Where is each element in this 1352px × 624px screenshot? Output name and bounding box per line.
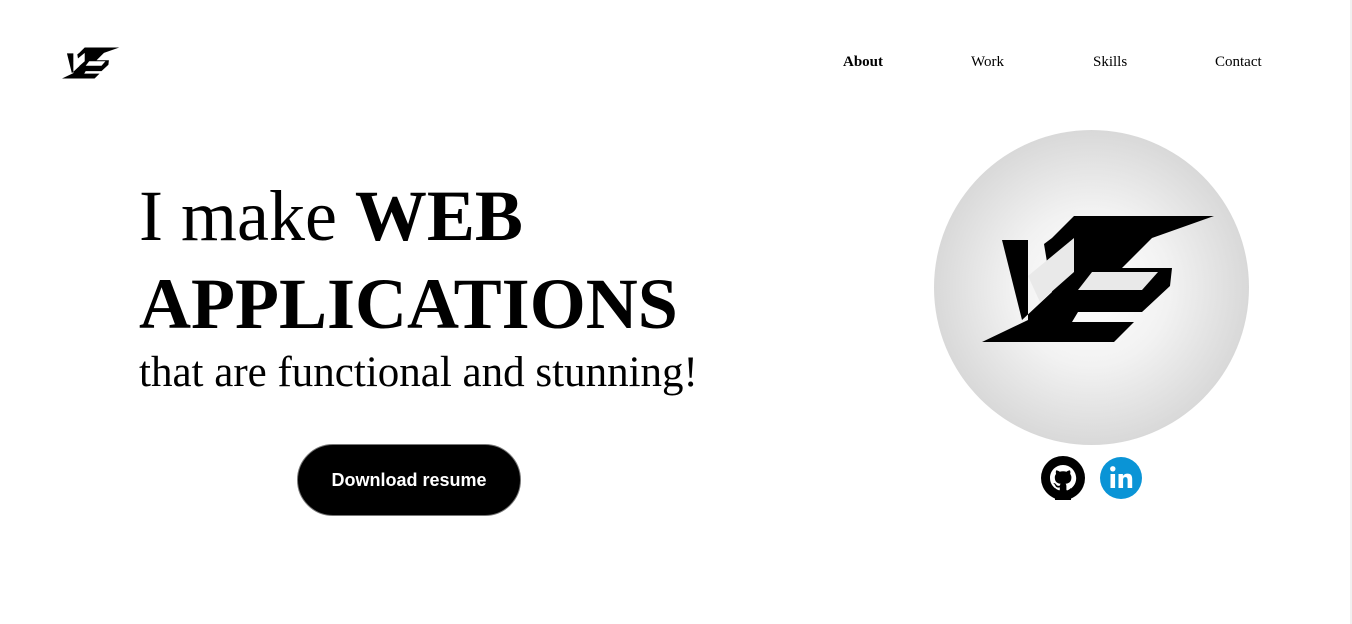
nav-skills[interactable]: Skills	[1093, 54, 1127, 71]
hero-intro: I make	[139, 176, 355, 256]
hero-highlight-web: WEB	[354, 176, 523, 256]
hero-highlight-applications: APPLICATIONS	[139, 264, 678, 344]
github-icon	[1041, 456, 1085, 500]
ks-logo-icon	[982, 216, 1214, 342]
linkedin-link[interactable]	[1099, 456, 1143, 500]
main-nav: About Work Skills Contact	[0, 54, 1352, 74]
download-resume-button[interactable]: Download resume	[297, 444, 521, 516]
hero-subtitle: that are functional and stunning!	[139, 349, 698, 396]
nav-about[interactable]: About	[843, 54, 883, 71]
hero-headline: I make WEB	[139, 174, 523, 258]
github-link[interactable]	[1041, 456, 1085, 500]
linkedin-icon	[1100, 457, 1142, 499]
nav-work[interactable]: Work	[971, 54, 1004, 71]
nav-contact[interactable]: Contact	[1215, 54, 1262, 71]
avatar	[934, 130, 1249, 445]
